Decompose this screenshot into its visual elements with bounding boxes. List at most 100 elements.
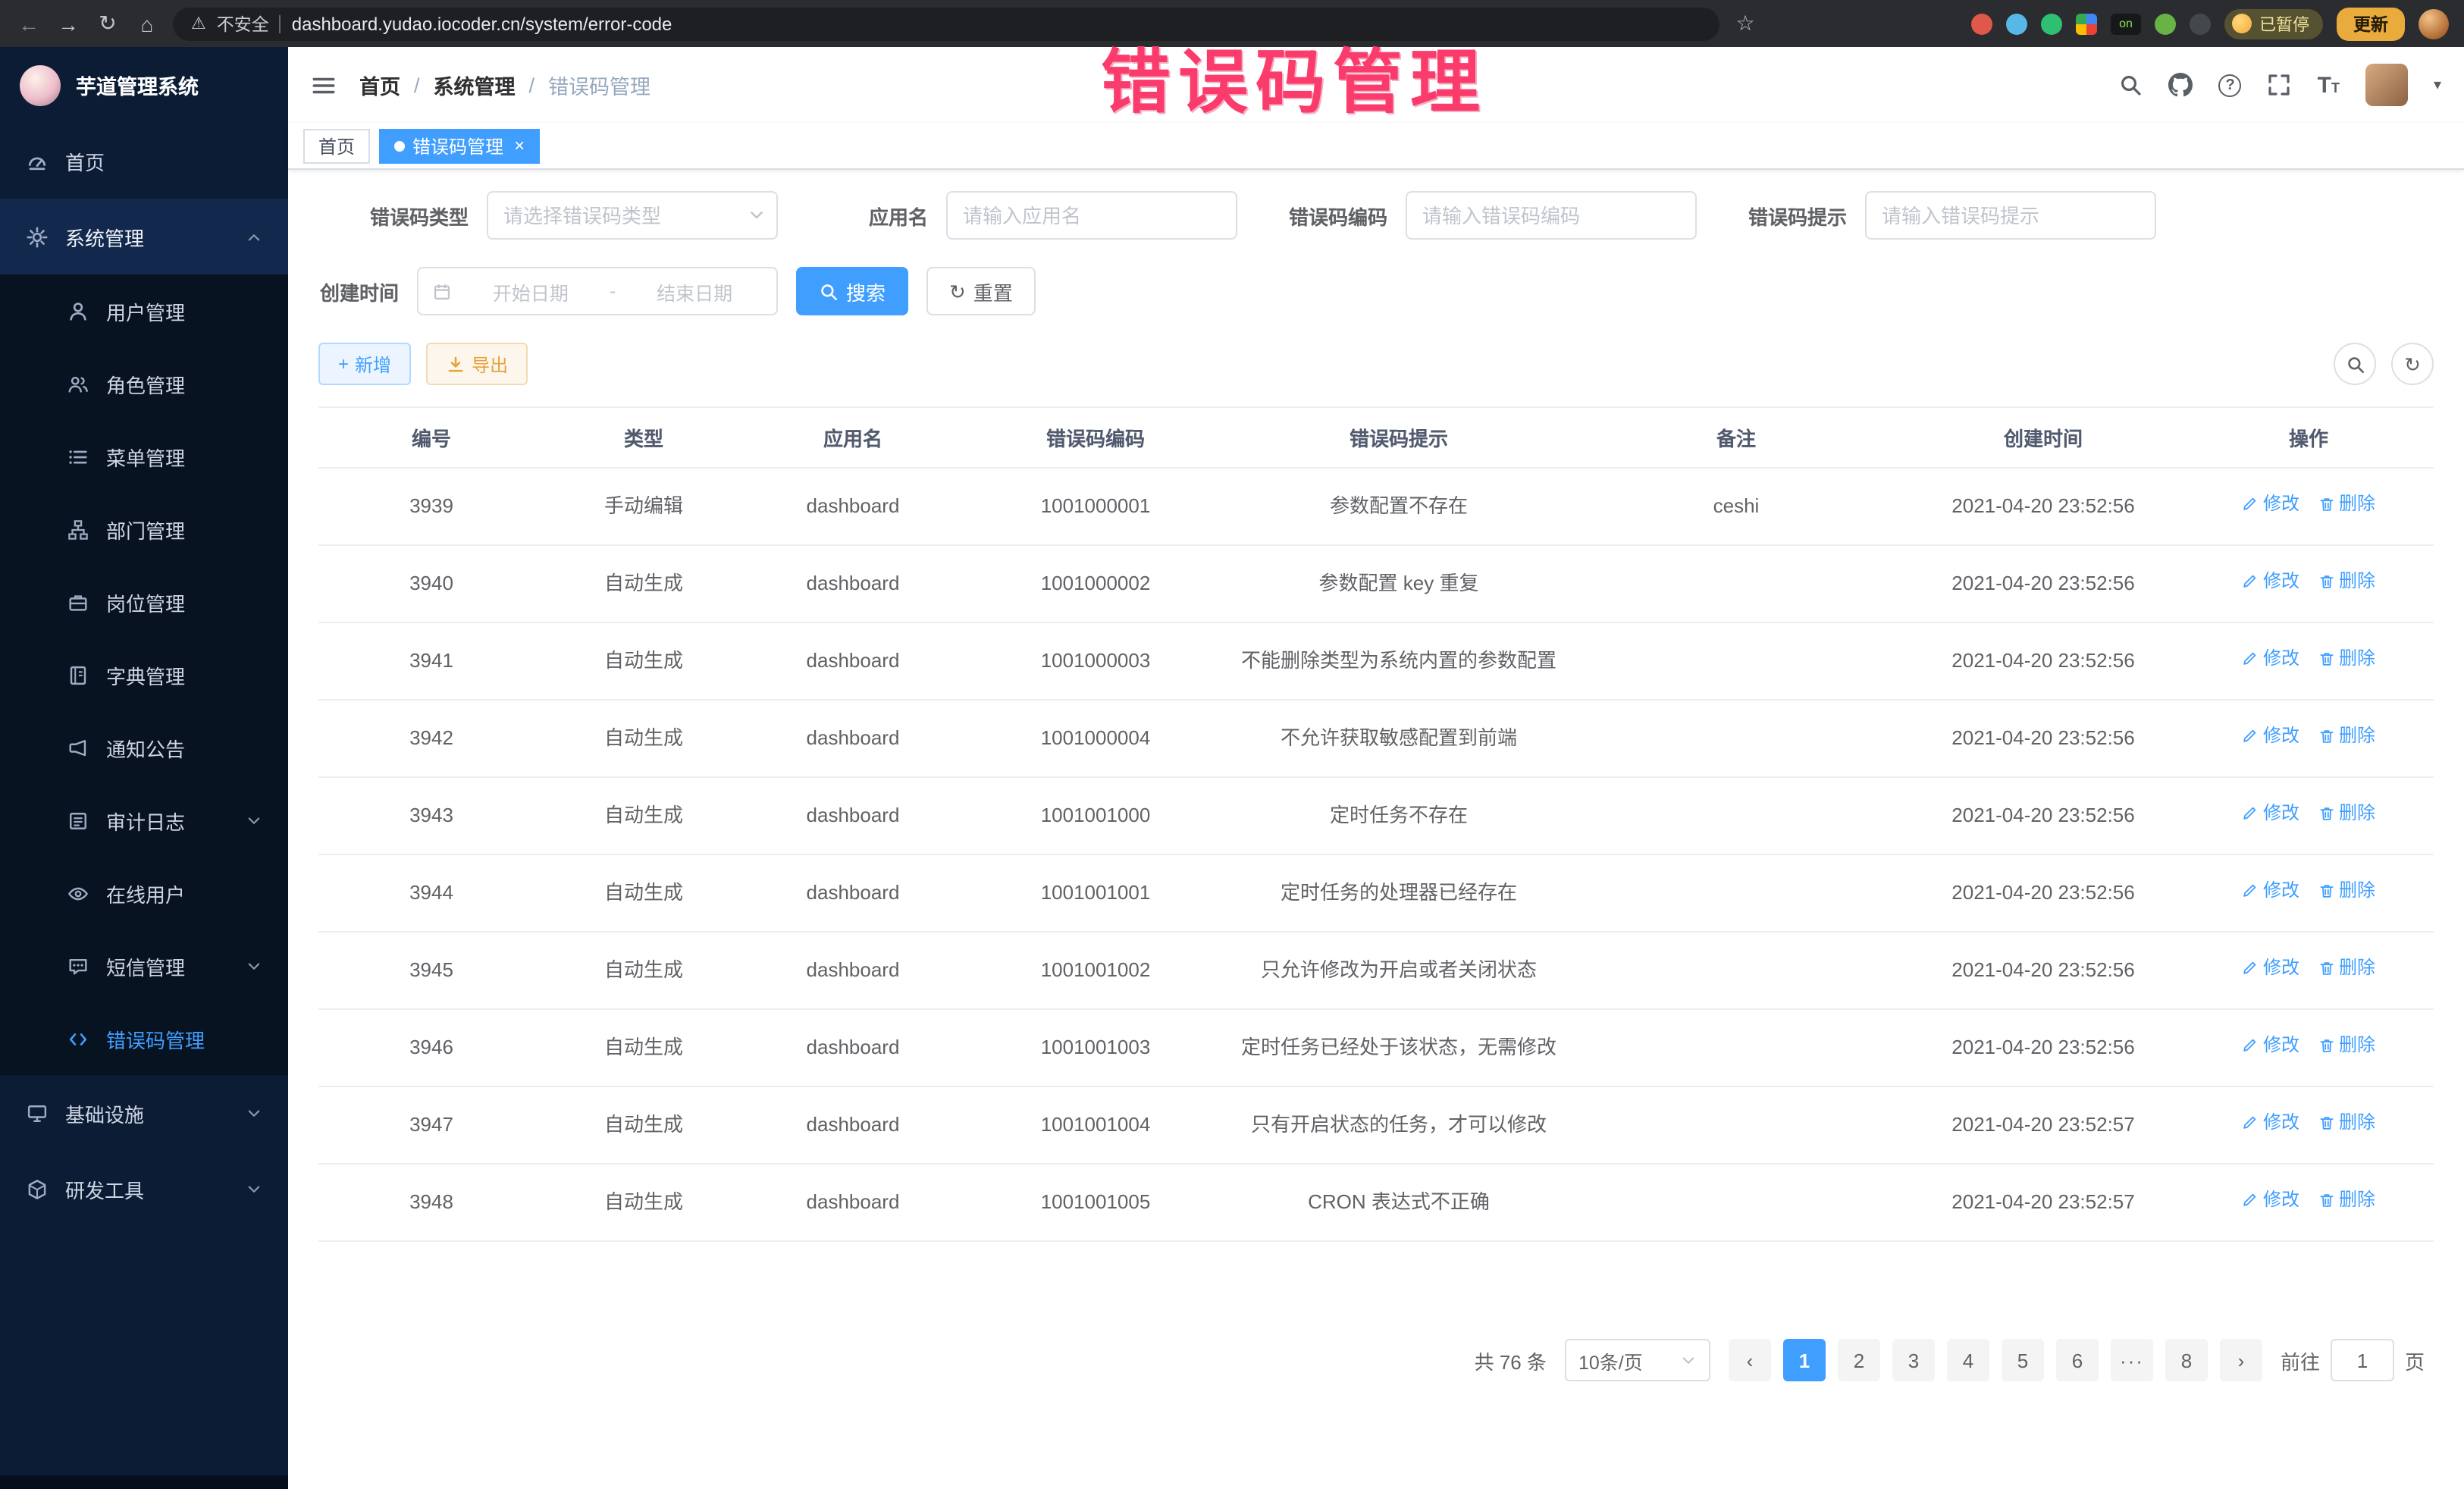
profile-avatar[interactable] (2419, 8, 2449, 39)
pager-more-button[interactable]: ··· (2111, 1340, 2153, 1382)
cell-remark (1569, 932, 1903, 1009)
goto-label: 前往 (2281, 1346, 2320, 1375)
page-button[interactable]: 6 (2056, 1340, 2099, 1382)
paused-badge[interactable]: 已暂停 (2224, 8, 2323, 39)
page-button[interactable]: 8 (2165, 1340, 2208, 1382)
update-button[interactable]: 更新 (2337, 7, 2405, 40)
delete-button[interactable]: 删除 (2318, 1111, 2375, 1137)
delete-button[interactable]: 删除 (2318, 569, 2375, 595)
delete-button[interactable]: 删除 (2318, 646, 2375, 672)
fullscreen-icon[interactable] (2268, 73, 2292, 97)
font-size-icon[interactable]: TT (2318, 72, 2340, 98)
address-bar[interactable]: ⚠ 不安全 dashboard.yudao.iocoder.cn/system/… (173, 7, 1719, 40)
extension-blue-drop-icon[interactable] (2006, 13, 2027, 34)
sidebar-item[interactable]: 角色管理 (0, 347, 288, 420)
sidebar-item[interactable]: 部门管理 (0, 493, 288, 566)
tab-item[interactable]: 首页 (303, 128, 370, 163)
breadcrumb-system[interactable]: 系统管理 (434, 70, 516, 100)
search-button[interactable]: 搜索 (796, 267, 908, 315)
page-button[interactable]: 4 (1947, 1340, 1989, 1382)
sidebar-item[interactable]: 字典管理 (0, 638, 288, 711)
delete-button[interactable]: 删除 (2318, 1188, 2375, 1215)
hamburger-icon[interactable] (311, 72, 337, 98)
logo-bar[interactable]: 芋道管理系统 (0, 47, 288, 123)
forward-button[interactable]: → (55, 11, 82, 36)
security-label[interactable]: 不安全 (217, 11, 269, 36)
refresh-button[interactable]: ↻ (2391, 343, 2434, 385)
sidebar-item[interactable]: 基础设施 (0, 1075, 288, 1151)
edit-button[interactable]: 修改 (2242, 955, 2299, 982)
table-row: 3942自动生成dashboard1001000004不允许获取敏感配置到前端2… (318, 700, 2434, 777)
delete-button[interactable]: 删除 (2318, 1033, 2375, 1059)
sidebar-item[interactable]: 首页 (0, 123, 288, 199)
sidebar-item[interactable]: 短信管理 (0, 929, 288, 1002)
breadcrumb-home[interactable]: 首页 (359, 70, 400, 100)
error-code-input[interactable] (1406, 191, 1697, 240)
extension-green-check-icon[interactable] (2041, 13, 2062, 34)
sidebar-item[interactable]: 用户管理 (0, 274, 288, 347)
sidebar-item[interactable]: 岗位管理 (0, 566, 288, 638)
github-icon[interactable] (2169, 73, 2193, 97)
sidebar-item[interactable]: 审计日志 (0, 784, 288, 857)
delete-button[interactable]: 删除 (2318, 955, 2375, 982)
edit-button[interactable]: 修改 (2242, 491, 2299, 518)
tab-close-icon[interactable]: × (514, 136, 525, 155)
toggle-search-button[interactable] (2334, 343, 2376, 385)
extension-leaf-icon[interactable] (2155, 13, 2176, 34)
reload-button[interactable]: ↻ (94, 11, 121, 36)
page-button[interactable]: 1 (1783, 1340, 1826, 1382)
sidebar-item[interactable]: 在线用户 (0, 857, 288, 929)
extension-on-badge-icon[interactable]: on (2111, 13, 2141, 34)
edit-icon (2242, 1038, 2259, 1055)
sidebar-item[interactable]: 错误码管理 (0, 1002, 288, 1075)
tab-label: 错误码管理 (412, 133, 503, 158)
edit-button[interactable]: 修改 (2242, 1188, 2299, 1215)
extension-grid-icon[interactable] (2076, 13, 2097, 34)
edit-button[interactable]: 修改 (2242, 801, 2299, 827)
next-page-button[interactable]: › (2220, 1340, 2262, 1382)
start-date-placeholder[interactable]: 开始日期 (462, 277, 599, 306)
end-date-placeholder[interactable]: 结束日期 (626, 277, 763, 306)
error-type-select-input[interactable] (487, 191, 778, 240)
app-name-input[interactable] (946, 191, 1237, 240)
edit-button[interactable]: 修改 (2242, 878, 2299, 904)
back-button[interactable]: ← (15, 11, 42, 36)
cell-actions: 修改删除 (2183, 1165, 2434, 1242)
sidebar-item[interactable]: 系统管理 (0, 199, 288, 274)
edit-button[interactable]: 修改 (2242, 1111, 2299, 1137)
delete-button[interactable]: 删除 (2318, 491, 2375, 518)
edit-button[interactable]: 修改 (2242, 646, 2299, 672)
user-avatar[interactable] (2365, 64, 2408, 106)
export-button[interactable]: 导出 (426, 343, 528, 385)
date-range-picker[interactable]: 开始日期 - 结束日期 (417, 267, 778, 315)
reset-button[interactable]: ↻ 重置 (926, 267, 1036, 315)
error-msg-input[interactable] (1865, 191, 2156, 240)
page-button[interactable]: 5 (2002, 1340, 2044, 1382)
error-type-select[interactable] (487, 191, 778, 240)
help-icon[interactable]: ? (2219, 74, 2242, 96)
cell-msg: 不允许获取敏感配置到前端 (1228, 700, 1569, 777)
search-icon[interactable] (2119, 73, 2143, 97)
avatar-caret-icon[interactable]: ▾ (2434, 77, 2441, 93)
delete-button[interactable]: 删除 (2318, 723, 2375, 750)
sidebar-item[interactable]: 菜单管理 (0, 420, 288, 493)
goto-page-input[interactable] (2331, 1340, 2394, 1382)
page-size-select[interactable]: 10条/页 (1565, 1340, 1710, 1382)
page-button[interactable]: 2 (1838, 1340, 1880, 1382)
tab-active[interactable]: 错误码管理 × (379, 128, 540, 163)
extension-pin-icon[interactable] (2190, 13, 2211, 34)
edit-button[interactable]: 修改 (2242, 723, 2299, 750)
sidebar-item[interactable]: 研发工具 (0, 1151, 288, 1227)
delete-button[interactable]: 删除 (2318, 878, 2375, 904)
prev-page-button[interactable]: ‹ (1729, 1340, 1771, 1382)
edit-button[interactable]: 修改 (2242, 569, 2299, 595)
delete-button[interactable]: 删除 (2318, 801, 2375, 827)
sidebar-item[interactable]: 通知公告 (0, 711, 288, 784)
add-button[interactable]: + 新增 (318, 343, 411, 385)
bookmark-star-icon[interactable]: ☆ (1732, 11, 1759, 36)
edit-button[interactable]: 修改 (2242, 1033, 2299, 1059)
cell-type: 自动生成 (544, 545, 743, 622)
extension-red-icon[interactable] (1971, 13, 1992, 34)
home-button[interactable]: ⌂ (133, 11, 161, 36)
page-button[interactable]: 3 (1892, 1340, 1935, 1382)
